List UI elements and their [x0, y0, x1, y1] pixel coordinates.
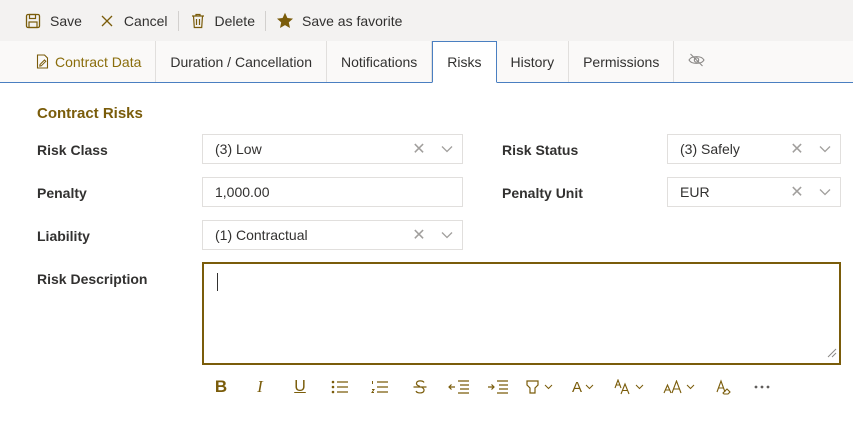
numbered-list-icon — [371, 380, 389, 394]
penalty-unit-value: EUR — [680, 184, 710, 200]
risk-description-label: Risk Description — [37, 271, 148, 287]
more-icon — [754, 385, 770, 389]
bullet-list-button[interactable] — [320, 372, 360, 402]
delete-button[interactable]: Delete — [181, 0, 263, 41]
clear-icon[interactable]: ✕ — [784, 182, 810, 202]
clear-formatting-icon — [715, 379, 731, 395]
font-color-icon: A — [571, 378, 582, 396]
liability-value: (1) Contractual — [215, 227, 308, 243]
tab-label: History — [510, 53, 555, 70]
tab-history[interactable]: History — [497, 41, 570, 82]
eye-off-icon — [688, 53, 705, 70]
tab-bar: Contract Data Duration / Cancellation No… — [0, 41, 853, 83]
delete-label: Delete — [214, 12, 255, 29]
penalty-input[interactable]: 1,000.00 — [202, 177, 463, 207]
penalty-unit-dropdown[interactable]: EUR ✕ — [667, 177, 841, 207]
trash-icon — [189, 12, 207, 30]
text-case-icon — [663, 380, 683, 394]
outdent-button[interactable] — [440, 372, 478, 402]
tab-label: Duration / Cancellation — [170, 53, 313, 70]
save-as-favorite-label: Save as favorite — [301, 12, 403, 29]
document-edit-icon — [36, 54, 49, 69]
italic-icon: I — [257, 377, 263, 396]
clear-icon[interactable]: ✕ — [784, 139, 810, 159]
chevron-down-icon[interactable] — [810, 188, 840, 196]
save-icon — [24, 12, 42, 30]
font-color-button[interactable]: A — [560, 372, 606, 402]
tab-label: Notifications — [341, 53, 418, 70]
tab-contract-data[interactable]: Contract Data — [22, 41, 157, 82]
chevron-down-icon — [686, 384, 695, 390]
font-size-icon — [614, 379, 632, 395]
italic-button[interactable]: I — [240, 372, 280, 402]
underline-button[interactable]: U — [280, 372, 320, 402]
font-size-button[interactable] — [606, 372, 652, 402]
risk-class-value: (3) Low — [215, 141, 262, 157]
bold-button[interactable]: B — [202, 372, 240, 402]
tab-label: Risks — [447, 54, 482, 70]
penalty-label: Penalty — [37, 185, 87, 201]
chevron-down-icon[interactable] — [810, 145, 840, 153]
penalty-value: 1,000.00 — [215, 184, 270, 200]
bold-icon: B — [214, 377, 228, 396]
cancel-label: Cancel — [123, 12, 168, 29]
clear-icon[interactable]: ✕ — [406, 225, 432, 245]
indent-button[interactable] — [478, 372, 518, 402]
risk-description-editor[interactable] — [202, 262, 841, 365]
chevron-down-icon — [585, 384, 594, 390]
highlight-button[interactable] — [518, 372, 560, 402]
indent-icon — [487, 380, 509, 394]
risk-status-label: Risk Status — [502, 142, 579, 158]
save-as-favorite-button[interactable]: Save as favorite — [268, 0, 410, 41]
star-icon — [276, 12, 294, 30]
chevron-down-icon[interactable] — [432, 231, 462, 239]
risk-class-label: Risk Class — [37, 142, 108, 158]
text-caret — [217, 273, 218, 291]
tab-duration-cancellation[interactable]: Duration / Cancellation — [156, 41, 328, 82]
risk-status-dropdown[interactable]: (3) Safely ✕ — [667, 134, 841, 164]
tab-label: Contract Data — [55, 53, 142, 70]
strikethrough-button[interactable] — [400, 372, 440, 402]
liability-dropdown[interactable]: (1) Contractual ✕ — [202, 220, 463, 250]
chevron-down-icon — [544, 384, 553, 390]
toolbar-divider — [264, 10, 266, 31]
clear-icon[interactable]: ✕ — [406, 139, 432, 159]
more-options-button[interactable] — [740, 372, 784, 402]
section-title: Contract Risks — [37, 105, 143, 122]
outdent-icon — [448, 380, 470, 394]
text-case-button[interactable] — [652, 372, 706, 402]
tab-hidden-fields[interactable] — [674, 41, 719, 82]
close-icon — [98, 12, 116, 30]
chevron-down-icon[interactable] — [432, 145, 462, 153]
tab-risks[interactable]: Risks — [432, 41, 497, 83]
strikethrough-icon — [412, 379, 428, 395]
risk-status-value: (3) Safely — [680, 141, 740, 157]
save-button[interactable]: Save — [16, 0, 90, 41]
numbered-list-button[interactable] — [360, 372, 400, 402]
tab-label: Permissions — [583, 53, 660, 70]
chevron-down-icon — [635, 384, 644, 390]
highlighter-icon — [525, 379, 541, 395]
liability-label: Liability — [37, 228, 90, 244]
save-label: Save — [50, 12, 82, 29]
tab-permissions[interactable]: Permissions — [569, 41, 675, 82]
tab-notifications[interactable]: Notifications — [327, 41, 433, 82]
resize-handle-icon[interactable] — [825, 345, 837, 361]
rich-text-toolbar: B I U A — [202, 372, 784, 402]
penalty-unit-label: Penalty Unit — [502, 185, 583, 201]
risk-class-dropdown[interactable]: (3) Low ✕ — [202, 134, 463, 164]
underline-icon: U — [294, 378, 306, 395]
cancel-button[interactable]: Cancel — [90, 0, 176, 41]
toolbar-divider — [177, 10, 179, 31]
command-bar: Save Cancel Delete Save as favorite — [0, 0, 853, 41]
bullet-list-icon — [331, 380, 349, 394]
clear-formatting-button[interactable] — [706, 372, 740, 402]
